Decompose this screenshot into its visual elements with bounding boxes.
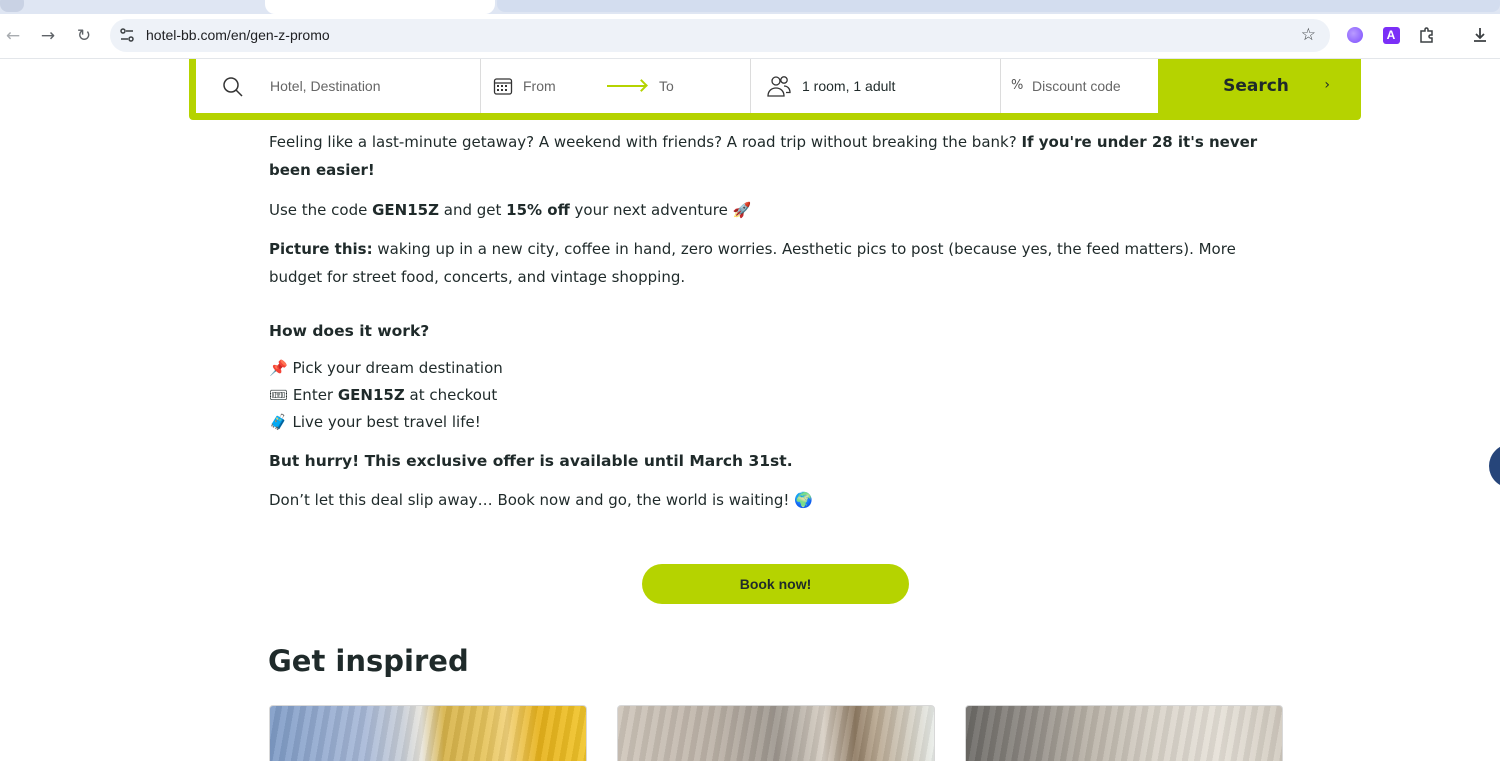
luggage-icon: 🧳 [269, 413, 288, 431]
download-icon[interactable] [1470, 25, 1490, 45]
inspiration-card-2[interactable] [617, 705, 935, 761]
guests-icon [767, 75, 791, 100]
from-date-label[interactable]: From [523, 78, 556, 94]
pushpin-icon: 📌 [269, 359, 288, 377]
tab-strip [0, 0, 1500, 14]
hurry-notice: But hurry! This exclusive offer is avail… [269, 452, 793, 470]
destination-placeholder: Hotel, Destination [270, 78, 381, 94]
back-icon[interactable]: ← [0, 23, 26, 49]
tab-previous[interactable] [0, 0, 24, 12]
search-button[interactable]: Search › [1158, 59, 1354, 113]
code-paragraph: Use the code GEN15Z and get 15% off your… [269, 201, 752, 219]
list-item: 🧳 Live your best travel life! [269, 413, 481, 431]
extension-a-icon[interactable]: A [1381, 25, 1401, 45]
search-icon [222, 76, 244, 101]
guests-value: 1 room, 1 adult [802, 78, 896, 94]
browser-toolbar: ← → ↻ hotel-bb.com/en/gen-z-promo ☆ A [0, 14, 1500, 59]
tab-active[interactable] [265, 0, 495, 14]
rocket-icon: 🚀 [732, 201, 752, 219]
tab-next[interactable] [497, 0, 1500, 12]
percent-icon: % [1011, 78, 1024, 93]
promo-code: GEN15Z [372, 201, 439, 219]
reload-icon[interactable]: ↻ [71, 23, 97, 49]
extension-circle-icon[interactable] [1345, 25, 1365, 45]
url-text[interactable]: hotel-bb.com/en/gen-z-promo [146, 27, 330, 43]
ticket-icon: 🎟 [269, 386, 289, 404]
inspiration-card-1[interactable] [269, 705, 587, 761]
destination-field[interactable]: Hotel, Destination [196, 59, 481, 113]
closing-paragraph: Don’t let this deal slip away… Book now … [269, 491, 813, 509]
get-inspired-heading: Get inspired [268, 644, 469, 678]
guests-field[interactable]: 1 room, 1 adult [751, 59, 1001, 113]
book-now-button[interactable]: Book now! [642, 564, 909, 604]
globe-icon: 🌍 [794, 491, 813, 509]
intro-paragraph: Feeling like a last-minute getaway? A we… [269, 133, 1258, 179]
how-it-works-heading: How does it work? [269, 322, 430, 340]
address-bar[interactable]: hotel-bb.com/en/gen-z-promo ☆ [110, 19, 1330, 52]
bookmark-star-icon[interactable]: ☆ [1301, 25, 1316, 45]
to-date-label[interactable]: To [659, 78, 674, 94]
hotel-search-bar: Hotel, Destination From To 1 room, 1 adu… [189, 59, 1361, 120]
discount-code-field[interactable]: % Discount code [1001, 59, 1158, 113]
discount-placeholder: Discount code [1032, 78, 1121, 94]
list-item: 📌 Pick your dream destination [269, 359, 503, 377]
date-arrow-icon [607, 85, 645, 87]
date-range-field[interactable]: From To [481, 59, 751, 113]
picture-this-paragraph: Picture this: waking up in a new city, c… [269, 240, 1236, 286]
inspiration-card-3[interactable] [965, 705, 1283, 761]
search-button-label: Search [1223, 76, 1289, 96]
site-info-icon[interactable] [118, 26, 136, 44]
chat-widget-button[interactable] [1489, 444, 1500, 488]
forward-icon[interactable]: → [35, 23, 61, 49]
extensions-puzzle-icon[interactable] [1417, 25, 1437, 45]
calendar-icon [493, 76, 513, 99]
list-item: 🎟 Enter GEN15Z at checkout [269, 386, 498, 404]
chevron-right-icon: › [1324, 77, 1330, 93]
